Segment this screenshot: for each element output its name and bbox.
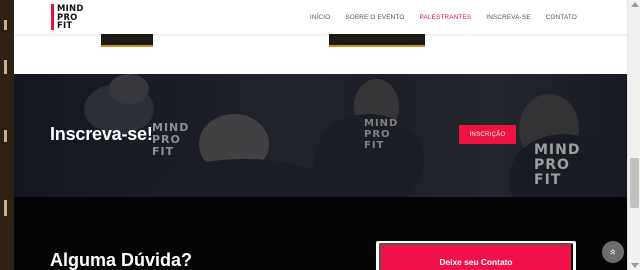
vertical-scrollbar[interactable]: [627, 0, 640, 270]
speaker-photo[interactable]: [101, 34, 153, 47]
nav-item-inscreva-se[interactable]: INSCREVA-SE: [486, 14, 531, 21]
shirt-print: MIND PRO FIT: [364, 118, 399, 151]
signup-heading: Inscreva-se!: [50, 124, 153, 144]
shirt-print: MIND PRO FIT: [152, 121, 190, 158]
scroll-up-arrow-icon[interactable]: [631, 2, 639, 7]
nav-item-inicio[interactable]: INÍCIO: [310, 14, 330, 21]
speaker-photo[interactable]: [329, 34, 425, 47]
signup-banner: MIND PRO FIT MIND PRO FIT MIND PRO FIT I…: [14, 74, 627, 197]
browser-viewport: MIND PRO FIT INÍCIO SOBRE O EVENTO PALES…: [0, 0, 640, 270]
page-content: MIND PRO FIT INÍCIO SOBRE O EVENTO PALES…: [14, 0, 627, 270]
scroll-down-arrow-icon[interactable]: [631, 263, 639, 268]
mind-pro-fit-logo[interactable]: MIND PRO FIT: [51, 4, 84, 30]
shirt-print: MIND PRO FIT: [534, 142, 581, 188]
nav-item-palestrantes[interactable]: PALESTRANTES: [420, 14, 472, 21]
main-nav: INÍCIO SOBRE O EVENTO PALESTRANTES INSCR…: [310, 0, 577, 34]
logo-text: MIND PRO FIT: [57, 3, 84, 31]
scrollbar-thumb[interactable]: [630, 158, 639, 208]
site-header: MIND PRO FIT INÍCIO SOBRE O EVENTO PALES…: [14, 0, 627, 34]
left-window-edge: [0, 0, 14, 270]
nav-item-contato[interactable]: CONTATO: [546, 14, 577, 21]
logo-accent-bar: [51, 4, 54, 30]
speakers-section: [14, 34, 627, 74]
double-chevron-up-icon: »: [607, 248, 619, 256]
contact-button[interactable]: Deixe seu Contato: [379, 243, 573, 270]
scroll-to-top-button[interactable]: »: [602, 241, 624, 263]
contact-section: Alguma Dúvida? Deixe seu Contato: [14, 197, 627, 270]
inscricao-button[interactable]: INSCRIÇÃO: [459, 125, 516, 144]
nav-item-sobre-o-evento[interactable]: SOBRE O EVENTO: [345, 14, 404, 21]
contact-heading: Alguma Dúvida?: [50, 250, 193, 270]
